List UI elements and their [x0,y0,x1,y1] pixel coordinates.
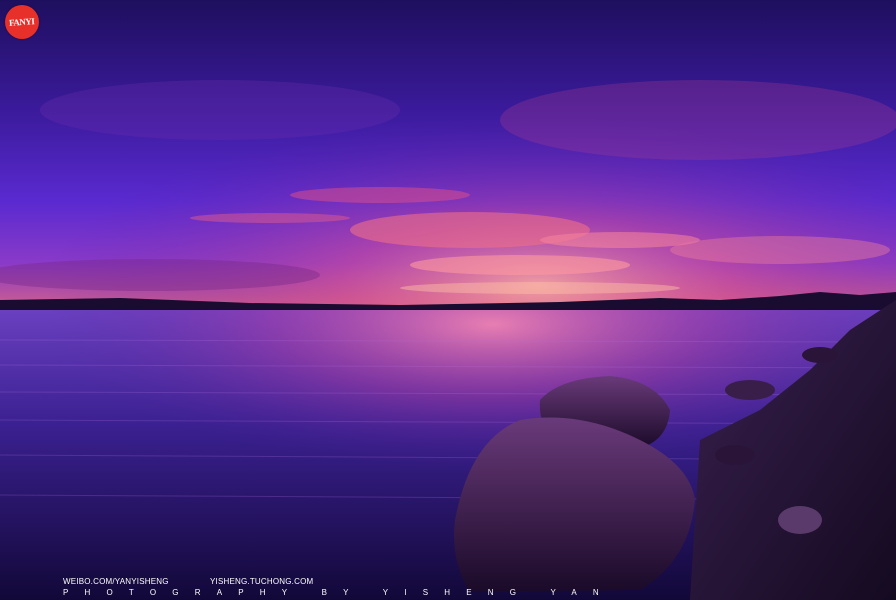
tuchong-url: YISHENG.TUCHONG.COM [210,577,314,586]
logo-text: FANYI [8,15,35,28]
landscape-photo [0,0,896,600]
shore-rock [778,506,822,534]
shore-rock [725,380,775,400]
photography-credit: PHOTOGRAPHY BY YISHENG YAN [63,588,615,597]
shore-rock [802,347,838,363]
watermark-footer: WEIBO.COM/YANYISHENG YISHENG.TUCHONG.COM… [0,574,896,600]
shore-rock [715,445,755,465]
photo-scene: FANYI WEIBO.COM/YANYISHENG YISHENG.TUCHO… [0,0,896,600]
weibo-url: WEIBO.COM/YANYISHENG [63,577,169,586]
photographer-logo: FANYI [5,5,39,39]
